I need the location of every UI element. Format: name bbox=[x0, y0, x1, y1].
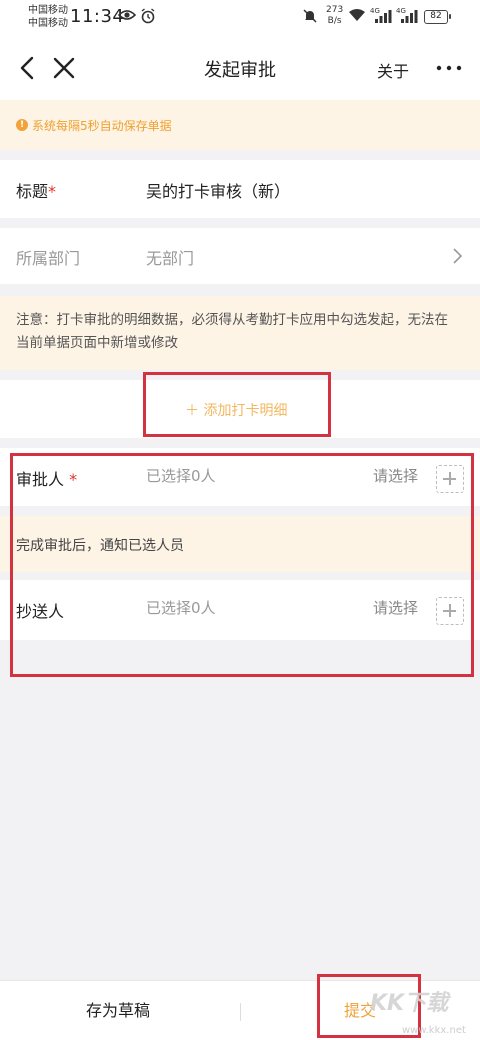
chevron-right-icon bbox=[453, 248, 463, 264]
eye-icon bbox=[118, 10, 136, 20]
signal-icon-1 bbox=[375, 10, 392, 23]
autosave-notice: ! 系统每隔5秒自动保存单据 bbox=[0, 100, 480, 150]
mute-bell-icon bbox=[303, 9, 317, 23]
watermark-logo: KK下载 bbox=[370, 991, 449, 1016]
battery-icon: 82 bbox=[424, 10, 451, 24]
speed-unit: B/s bbox=[327, 16, 342, 26]
footer-divider bbox=[240, 1003, 241, 1021]
network-speed: 273 B/s bbox=[326, 5, 343, 27]
watermark-url: www.kkx.net bbox=[402, 1025, 466, 1036]
alarm-icon bbox=[141, 8, 155, 24]
department-label: 所属部门 bbox=[16, 249, 81, 268]
status-time: 11:34 bbox=[70, 6, 125, 27]
highlight-box-add-detail bbox=[143, 372, 331, 437]
save-draft-button[interactable]: 存为草稿 bbox=[86, 997, 150, 1021]
title-label-text: 标题 bbox=[16, 182, 49, 201]
status-bar: 中国移动 中国移动 11:34 273 B/s 4G 4G 82 bbox=[0, 0, 480, 34]
about-button[interactable]: 关于 bbox=[377, 58, 409, 82]
wifi-icon bbox=[349, 9, 365, 21]
more-icon[interactable] bbox=[434, 54, 464, 82]
carrier-1: 中国移动 bbox=[28, 5, 68, 16]
title-value[interactable]: 吴的打卡审核（新） bbox=[146, 178, 290, 202]
title-row[interactable]: 标题* 吴的打卡审核（新） bbox=[0, 160, 480, 218]
autosave-notice-text: 系统每隔5秒自动保存单据 bbox=[32, 119, 172, 133]
title-label: 标题* bbox=[16, 178, 56, 202]
carrier-2: 中国移动 bbox=[28, 18, 68, 29]
info-icon: ! bbox=[16, 119, 28, 131]
signal-icon-2 bbox=[401, 10, 418, 23]
highlight-box-approvers bbox=[10, 453, 474, 677]
department-row[interactable]: 所属部门 无部门 bbox=[0, 228, 480, 284]
department-value: 无部门 bbox=[146, 249, 195, 268]
required-mark: * bbox=[48, 182, 57, 201]
speed-value: 273 bbox=[326, 5, 344, 15]
detail-warning-text: 注意：打卡审批的明细数据，必须得从考勤打卡应用中勾选发起，无法在当前单据页面中新… bbox=[16, 312, 448, 351]
detail-warning: 注意：打卡审批的明细数据，必须得从考勤打卡应用中勾选发起，无法在当前单据页面中新… bbox=[0, 296, 480, 370]
nav-bar: 发起审批 关于 bbox=[0, 34, 480, 100]
carrier-info: 中国移动 中国移动 bbox=[28, 4, 68, 30]
